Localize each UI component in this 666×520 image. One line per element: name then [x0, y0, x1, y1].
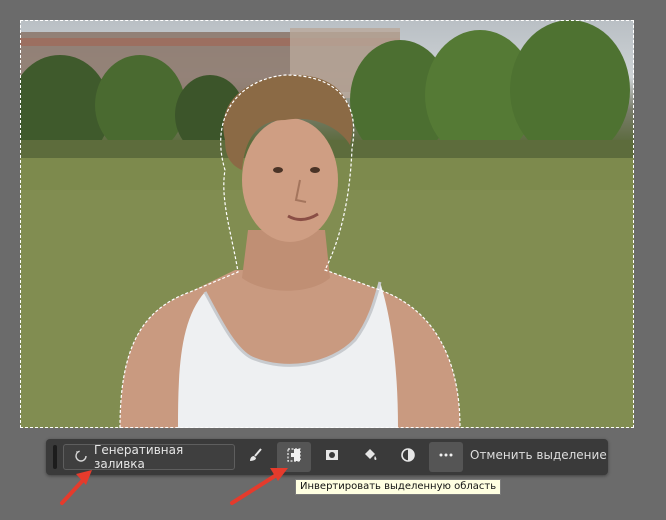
- arrow-to-invert-selection: [230, 468, 288, 505]
- annotation-arrows: [60, 468, 288, 505]
- arrow-to-generative-fill: [60, 470, 92, 505]
